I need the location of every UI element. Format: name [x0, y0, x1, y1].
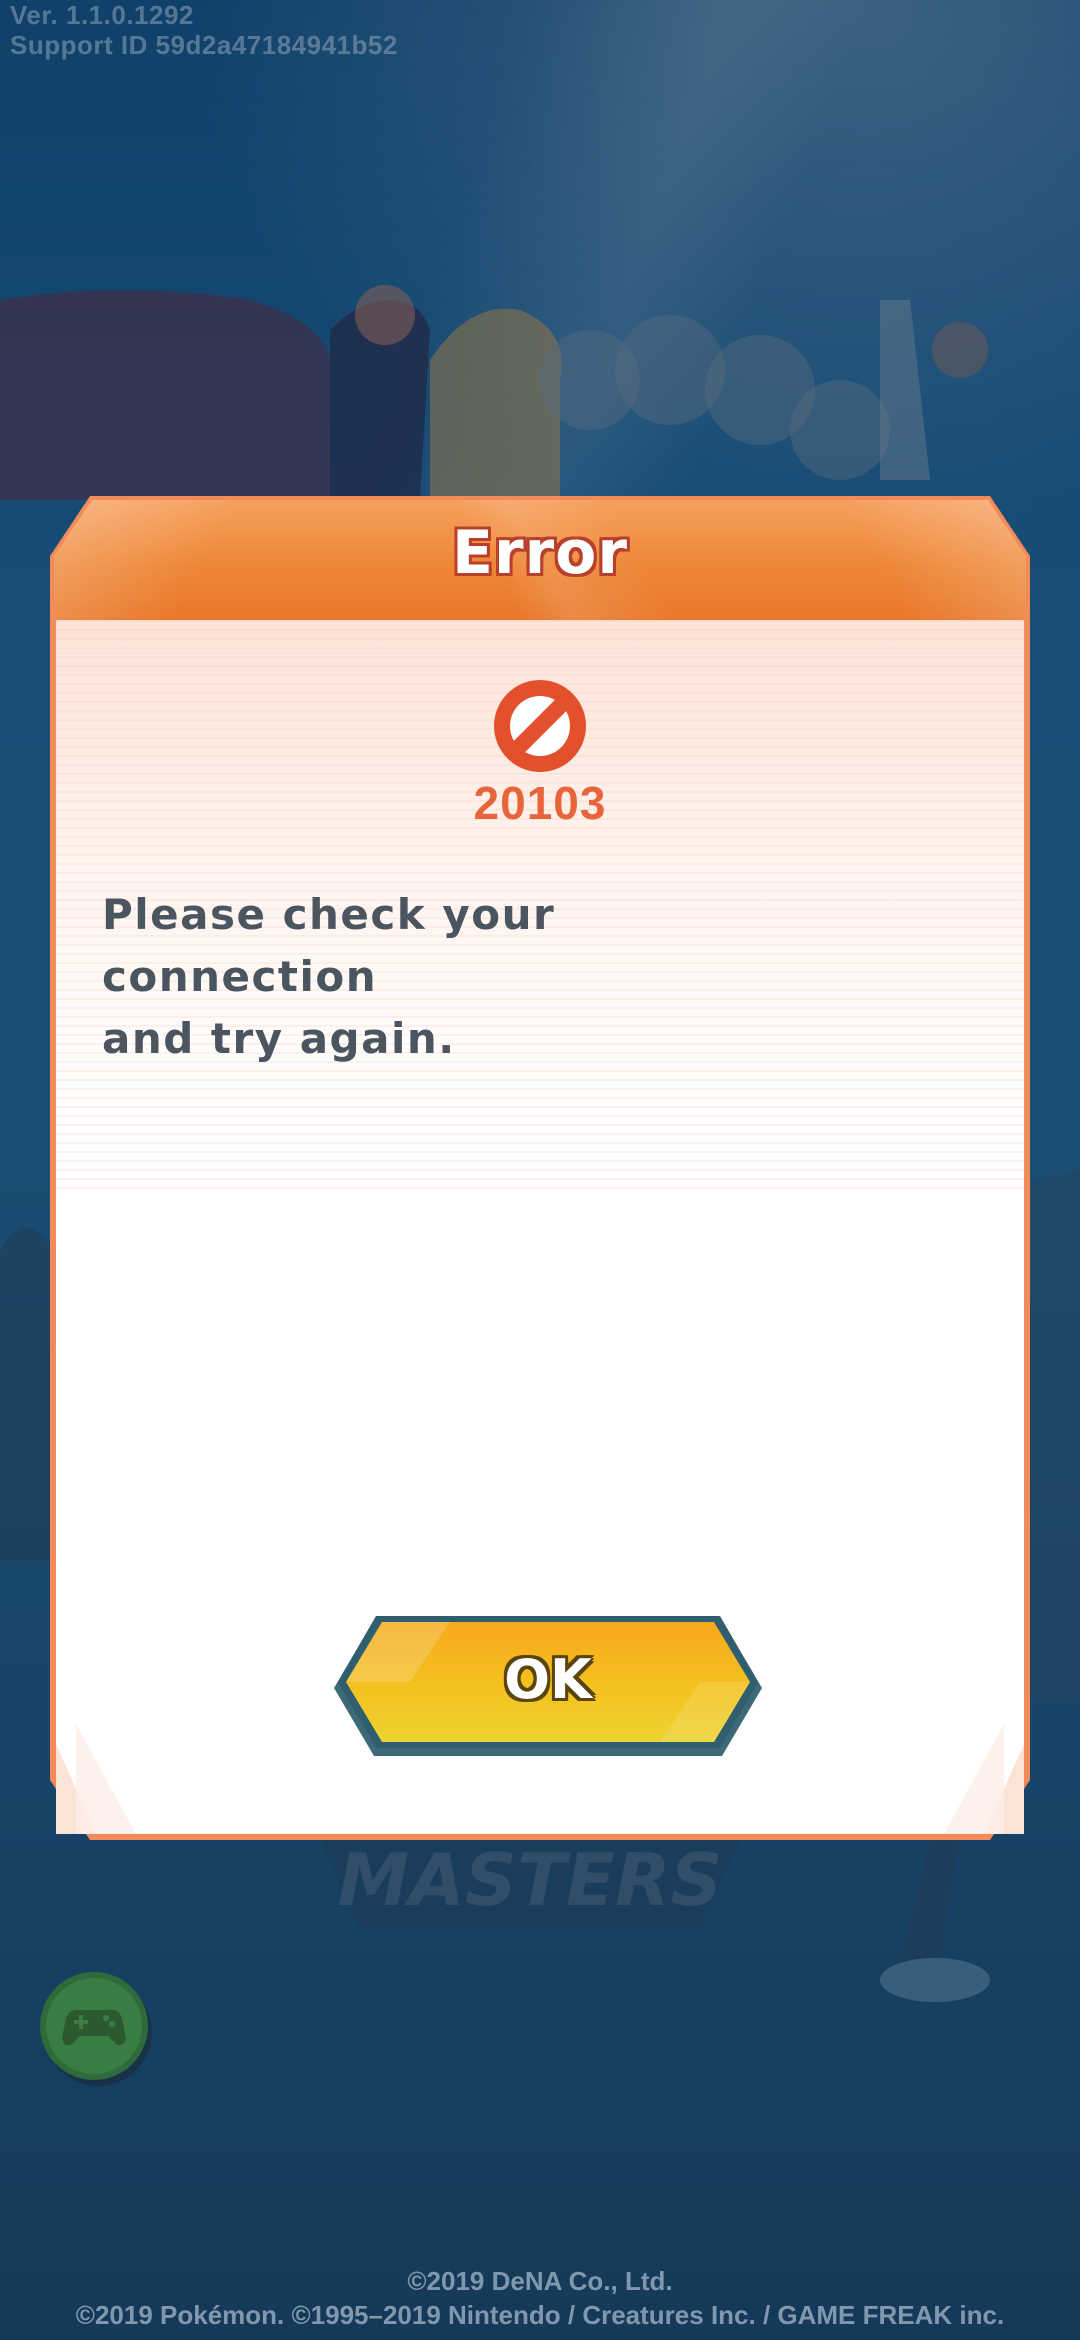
- ok-button-label: OK: [504, 1648, 592, 1711]
- ok-button[interactable]: OK: [330, 1612, 766, 1762]
- error-message-line-2: and try again.: [102, 1014, 456, 1063]
- error-message: Please check your connection and try aga…: [102, 884, 822, 1070]
- error-code: 20103: [473, 777, 607, 829]
- error-message-line-1: Please check your connection: [102, 890, 556, 1001]
- game-screen: MASTERS Ver. 1.1.0.1292 Support ID 59d2a…: [0, 0, 1080, 2340]
- gamepad-icon[interactable]: [36, 1966, 154, 2088]
- copyright-dena: ©2019 DeNA Co., Ltd.: [407, 2266, 673, 2296]
- corner-decoration-right: [944, 1724, 1024, 1834]
- prohibited-icon: [494, 680, 586, 772]
- error-dialog: Error 20103 Please check your connection…: [50, 496, 1030, 1840]
- copyright-pokemon: ©2019 Pokémon. ©1995–2019 Nintendo / Cre…: [75, 2300, 1005, 2330]
- dialog-title: Error: [452, 518, 628, 588]
- corner-decoration-left: [56, 1724, 136, 1834]
